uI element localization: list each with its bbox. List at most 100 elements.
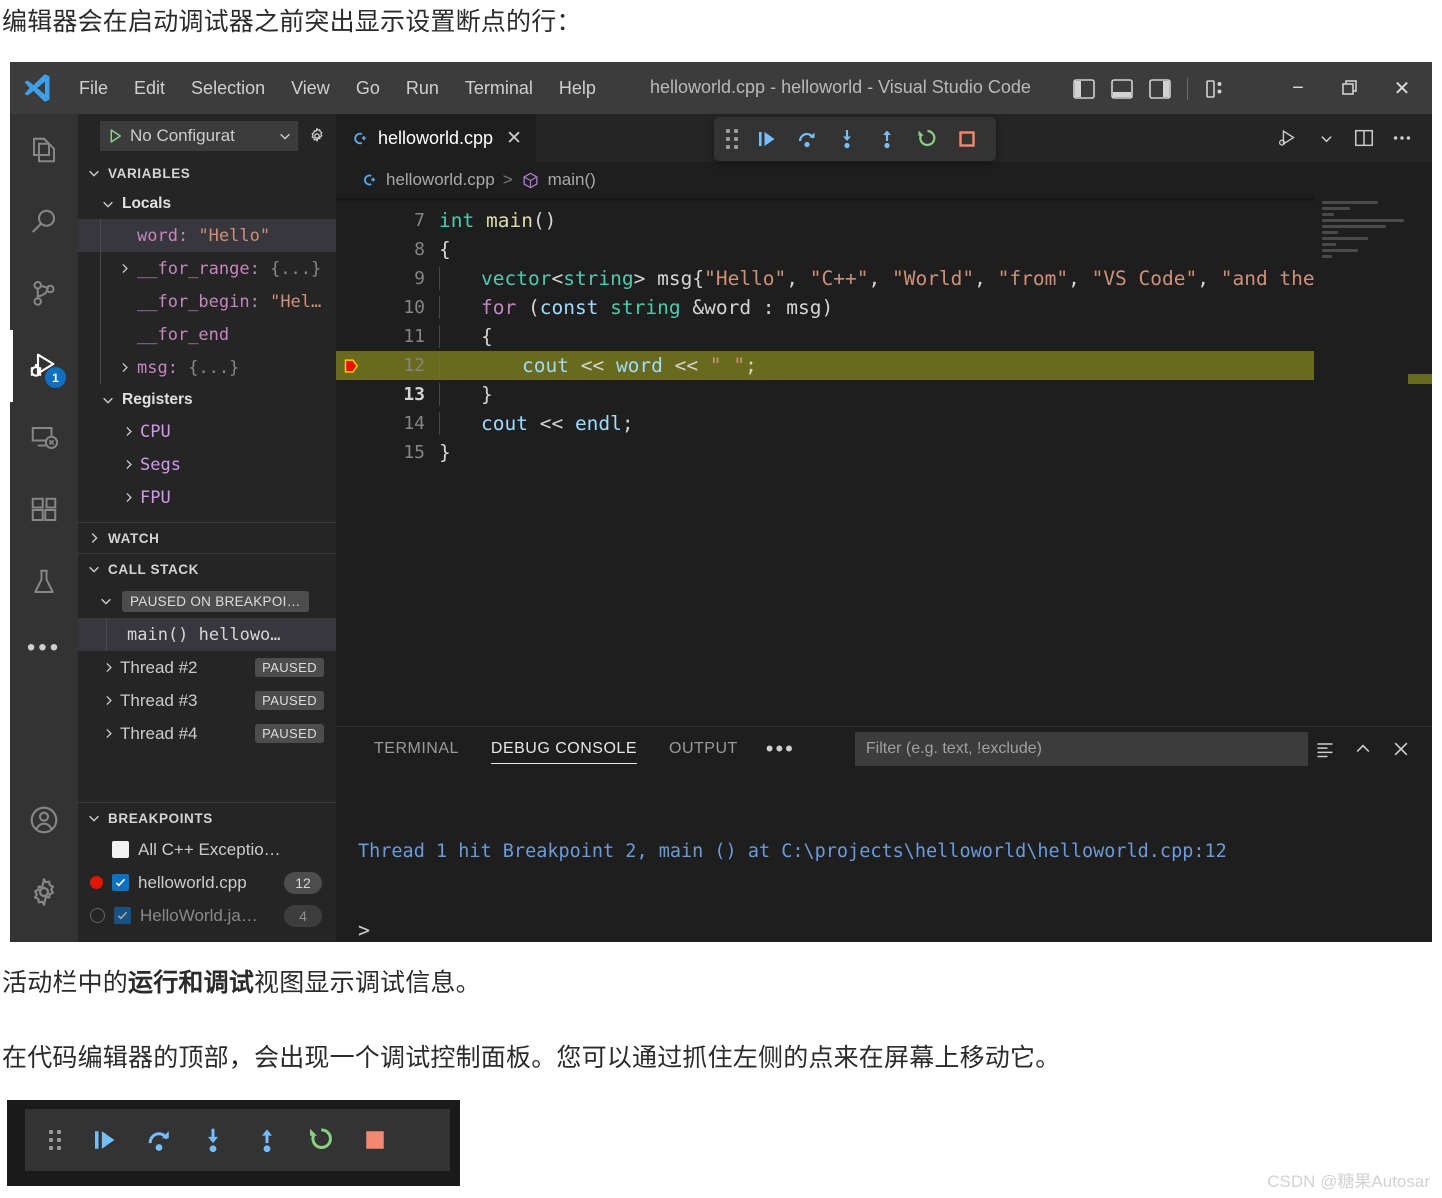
variable-row-for-range[interactable]: __for_range: {...} (78, 252, 336, 285)
debug-session-row[interactable]: PAUSED ON BREAKPOI… (78, 584, 336, 618)
register-row-fpu[interactable]: FPU (78, 481, 336, 514)
section-breakpoints[interactable]: BREAKPOINTS (78, 802, 336, 833)
toggle-secondary-sidebar-icon[interactable] (1141, 70, 1179, 108)
breakpoint-row-exceptions[interactable]: All C++ Exceptio… (78, 833, 336, 866)
variable-row-for-begin[interactable]: __for_begin: "Hel… (78, 285, 336, 318)
debug-configure-gear-icon[interactable] (304, 126, 330, 146)
line-number: 15 (403, 442, 425, 463)
debug-step-over-button[interactable] (788, 120, 826, 158)
menu-selection[interactable]: Selection (178, 73, 278, 104)
debug-step-into-button[interactable] (828, 120, 866, 158)
split-editor-button[interactable] (1346, 120, 1382, 156)
step-into-icon (208, 1128, 218, 1153)
close-icon (1394, 742, 1408, 756)
variable-row-msg[interactable]: msg: {...} (78, 351, 336, 384)
debug-console-output[interactable]: Thread 1 hit Breakpoint 2, main () at C:… (336, 771, 1432, 918)
drag-handle-icon[interactable] (49, 1130, 61, 1150)
figure-step-out-button[interactable] (249, 1122, 285, 1158)
sidebar-item-search[interactable] (10, 186, 78, 258)
figure-continue-button[interactable] (87, 1122, 123, 1158)
figure-stop-button[interactable] (357, 1122, 393, 1158)
stack-frame-main[interactable]: main() hellowo… (78, 618, 336, 651)
code-editor[interactable]: 7 int main() 8 { 9 vector<string> msg{"H… (336, 198, 1432, 726)
menu-go[interactable]: Go (343, 73, 393, 104)
variable-row-word[interactable]: word: "Hello" (78, 219, 336, 252)
debug-step-out-button[interactable] (868, 120, 906, 158)
editor-tab-helloworld-cpp[interactable]: helloworld.cpp ✕ (336, 114, 536, 162)
customize-layout-icon[interactable] (1196, 70, 1234, 108)
sidebar-item-extensions[interactable] (10, 474, 78, 546)
sidebar-item-explorer[interactable] (10, 114, 78, 186)
sidebar-item-source-control[interactable] (10, 258, 78, 330)
figure-step-over-button[interactable] (141, 1122, 177, 1158)
debug-restart-button[interactable] (908, 120, 946, 158)
minimize-button[interactable]: − (1272, 68, 1324, 108)
breakpoint-row-helloworld-cpp[interactable]: helloworld.cpp 12 (78, 866, 336, 899)
section-watch[interactable]: WATCH (78, 522, 336, 553)
chevron-down-icon (100, 392, 116, 408)
thread-row[interactable]: Thread #3 PAUSED (78, 684, 336, 717)
debug-stop-button[interactable] (948, 120, 986, 158)
variables-locals-header[interactable]: Locals (78, 188, 336, 219)
breadcrumb-file[interactable]: helloworld.cpp (386, 170, 495, 190)
debug-toolbar-figure-bar[interactable] (25, 1109, 450, 1171)
tab-debug-console[interactable]: DEBUG CONSOLE (475, 727, 653, 771)
sidebar-item-run-and-debug[interactable]: 1 (10, 330, 78, 402)
section-variables[interactable]: VARIABLES (78, 158, 336, 188)
breakpoint-row-helloworld-java[interactable]: HelloWorld.ja… 4 (78, 899, 336, 932)
menu-run[interactable]: Run (393, 73, 452, 104)
code-line: 15 } (336, 438, 1432, 467)
menu-help[interactable]: Help (546, 73, 609, 104)
debug-console-input[interactable]: > (336, 918, 1432, 942)
collapse-panel-button[interactable] (1346, 732, 1380, 766)
section-call-stack[interactable]: CALL STACK (78, 553, 336, 584)
figure-restart-button[interactable] (303, 1122, 339, 1158)
menu-terminal[interactable]: Terminal (452, 73, 546, 104)
thread-row[interactable]: Thread #2 PAUSED (78, 651, 336, 684)
breakpoint-checkbox[interactable] (112, 841, 129, 858)
run-dropdown-button[interactable] (1308, 120, 1344, 156)
drag-handle-icon[interactable] (726, 129, 738, 149)
restore-button[interactable] (1324, 68, 1376, 108)
chevron-down-icon (1320, 135, 1332, 142)
menu-file[interactable]: File (66, 73, 121, 104)
more-actions-button[interactable] (1384, 120, 1420, 156)
sidebar-item-remote-explorer[interactable] (10, 402, 78, 474)
register-row-cpu[interactable]: CPU (78, 415, 336, 448)
sidebar-item-testing[interactable] (10, 546, 78, 618)
menu-edit[interactable]: Edit (121, 73, 178, 104)
editor-tab-close-icon[interactable]: ✕ (506, 127, 522, 150)
console-line: Thread 1 hit Breakpoint 2, main () at C:… (358, 841, 1227, 862)
variables-registers-header[interactable]: Registers (78, 384, 336, 415)
toggle-panel-icon[interactable] (1103, 70, 1141, 108)
close-panel-button[interactable] (1384, 732, 1418, 766)
launch-configuration-dropdown[interactable]: No Configurat (100, 121, 298, 151)
run-or-debug-button[interactable] (1270, 120, 1306, 156)
debug-continue-button[interactable] (748, 120, 786, 158)
continue-icon (95, 1131, 115, 1149)
editor-minimap[interactable] (1314, 198, 1432, 726)
menu-view[interactable]: View (278, 73, 343, 104)
settings-button[interactable] (10, 856, 78, 928)
toggle-primary-sidebar-icon[interactable] (1065, 70, 1103, 108)
clear-console-icon (1317, 743, 1333, 758)
thread-row[interactable]: Thread #4 PAUSED (78, 717, 336, 750)
accounts-button[interactable] (10, 784, 78, 856)
gutter-breakpoint[interactable] (336, 356, 370, 376)
close-button[interactable]: ✕ (1376, 68, 1428, 108)
register-row-segs[interactable]: Segs (78, 448, 336, 481)
panel-more-tabs[interactable]: ••• (754, 736, 807, 762)
debug-toolbar[interactable] (714, 117, 996, 161)
activity-bar-overflow[interactable]: ••• (10, 618, 78, 678)
extensions-icon (31, 497, 57, 521)
filter-input[interactable] (854, 732, 1308, 766)
breakpoint-checkbox[interactable] (112, 874, 129, 891)
breakpoint-checkbox[interactable] (114, 907, 131, 924)
figure-step-into-button[interactable] (195, 1122, 231, 1158)
run-or-debug-icon (1279, 129, 1295, 146)
breadcrumb-symbol[interactable]: main() (548, 170, 596, 190)
tab-terminal[interactable]: TERMINAL (358, 727, 475, 771)
variable-row-for-end[interactable]: __for_end (78, 318, 336, 351)
clear-console-button[interactable] (1308, 732, 1342, 766)
tab-output[interactable]: OUTPUT (653, 727, 754, 771)
